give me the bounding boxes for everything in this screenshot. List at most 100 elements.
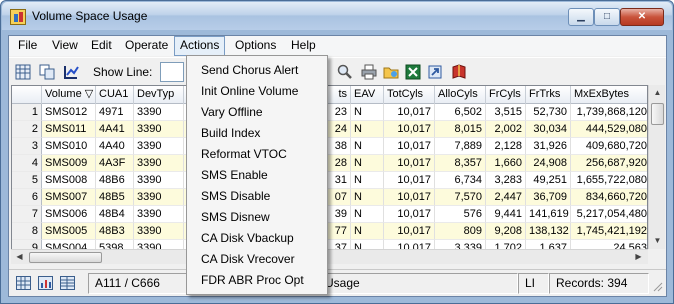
cell-cua1: 4A41 [96,121,134,138]
cell-ts: 24 [327,121,351,138]
table-row[interactable]: 1 SMS012 4971 3390 23 N 10,017 6,502 3,5… [12,104,647,121]
cell-allocyls: 7,570 [435,189,486,206]
menu-item-ca-disk-vrecover[interactable]: CA Disk Vrecover [187,249,327,270]
cell-totcyls: 10,017 [384,206,435,223]
table-row[interactable]: 8 SMS005 48B3 3390 77 N 10,017 809 9,208… [12,223,647,240]
table-row[interactable]: 7 SMS006 48B4 3390 39 N 10,017 576 9,441… [12,206,647,223]
menu-file[interactable]: File [13,36,42,56]
cell-allocyls: 6,502 [435,104,486,121]
menu-edit[interactable]: Edit [86,36,117,56]
scroll-down-arrow-icon[interactable]: ▼ [649,233,666,249]
scroll-left-arrow-icon[interactable]: ◀ [11,249,28,265]
menu-view[interactable]: View [47,36,83,56]
chart-view-icon[interactable] [38,276,53,290]
cell-totcyls: 10,017 [384,223,435,240]
menu-item-sms-disnew[interactable]: SMS Disnew [187,207,327,228]
horizontal-scrollbar[interactable]: ◀ ▶ [11,249,648,264]
scroll-right-arrow-icon[interactable]: ▶ [630,249,647,265]
column-header-cua1[interactable]: CUA1 [96,86,134,104]
table-row[interactable]: 6 SMS007 48B5 3390 07 N 10,017 7,570 2,4… [12,189,647,206]
cell-mxexbytes: 834,660,720 [571,189,647,206]
menu-actions[interactable]: Actions [174,36,226,56]
print-icon[interactable] [361,64,377,80]
column-header-eav[interactable]: EAV [351,86,384,104]
resize-grip-icon[interactable] [651,280,663,292]
export-icon[interactable] [427,64,443,80]
cell-devtyp: 3390 [134,155,184,172]
grid-icon[interactable] [15,64,31,80]
cell-mxexbytes: 256,687,920 [571,155,647,172]
cell-devtyp: 3390 [134,121,184,138]
cell-totcyls: 10,017 [384,189,435,206]
menu-help[interactable]: Help [286,36,321,56]
cell-allocyls: 576 [435,206,486,223]
column-header-frtrks[interactable]: FrTrks [526,86,571,104]
menu-item-reformat-vtoc[interactable]: Reformat VTOC [187,144,327,165]
cell-totcyls: 10,017 [384,172,435,189]
table-view-icon[interactable] [16,276,31,290]
menu-options[interactable]: Options [230,36,281,56]
table-row[interactable]: 4 SMS009 4A3F 3390 28 N 10,017 8,357 1,6… [12,155,647,172]
menu-item-vary-offline[interactable]: Vary Offline [187,102,327,123]
cell-frcyls: 3,515 [486,104,526,121]
book-icon[interactable] [451,64,467,80]
cell-volume: SMS012 [42,104,96,121]
menu-item-fdr-abr-proc-opt[interactable]: FDR ABR Proc Opt [187,270,327,291]
table-row[interactable]: 5 SMS008 48B6 3390 31 N 10,017 6,734 3,2… [12,172,647,189]
cell-mxexbytes: 1,745,421,192 [571,223,647,240]
vertical-scrollbar[interactable]: ▲ ▼ [648,85,665,249]
cell-frtrks: 30,034 [526,121,571,138]
menu-operate[interactable]: Operate [120,36,173,56]
copy-icon[interactable] [39,64,55,80]
cell-devtyp: 3390 [134,206,184,223]
scroll-up-arrow-icon[interactable]: ▲ [649,85,666,101]
grid-view-icon[interactable] [60,276,75,290]
cell-frtrks: 24,908 [526,155,571,172]
cell-allocyls: 809 [435,223,486,240]
cell-devtyp: 3390 [134,104,184,121]
window: Volume Space Usage ▁ □ ✕ File View Edit … [0,0,674,304]
column-header-mxexbytes[interactable]: MxExBytes [571,86,647,104]
minimize-button[interactable]: ▁ [568,8,594,26]
close-button[interactable]: ✕ [620,8,664,26]
cell-ts: 07 [327,189,351,206]
column-header-totcyls[interactable]: TotCyls [384,86,435,104]
cell-ts: 39 [327,206,351,223]
cell-frcyls: 3,283 [486,172,526,189]
folder-icon[interactable] [383,64,399,80]
menu-item-build-index[interactable]: Build Index [187,123,327,144]
maximize-button[interactable]: □ [594,8,620,26]
cell-totcyls: 10,017 [384,104,435,121]
menu-item-init-online-volume[interactable]: Init Online Volume [187,81,327,102]
menu-item-sms-enable[interactable]: SMS Enable [187,165,327,186]
column-header-allocyls[interactable]: AlloCyls [435,86,486,104]
cell-volume: SMS006 [42,206,96,223]
title-bar: Volume Space Usage ▁ □ ✕ [2,2,672,30]
cell-ts: 38 [327,138,351,155]
cell-eav: N [351,138,384,155]
column-header-devtyp[interactable]: DevTyp [134,86,184,104]
cell-frcyls: 2,447 [486,189,526,206]
excel-icon[interactable] [405,64,421,80]
cell-ts: 23 [327,104,351,121]
search-icon[interactable] [337,64,353,80]
row-number: 3 [12,138,42,155]
vertical-scroll-thumb[interactable] [651,103,664,125]
menu-item-ca-disk-vbackup[interactable]: CA Disk Vbackup [187,228,327,249]
horizontal-scroll-thumb[interactable] [29,252,102,263]
cell-eav: N [351,104,384,121]
chart-icon[interactable] [63,64,79,80]
table-row[interactable]: 2 SMS011 4A41 3390 24 N 10,017 8,015 2,0… [12,121,647,138]
cell-allocyls: 8,015 [435,121,486,138]
column-header-frcyls[interactable]: FrCyls [486,86,526,104]
column-header-volume[interactable]: Volume ▽ [42,86,96,104]
row-number: 6 [12,189,42,206]
column-header-ts[interactable]: ts [327,86,351,104]
cell-volume: SMS005 [42,223,96,240]
menu-item-send-chorus-alert[interactable]: Send Chorus Alert [187,60,327,81]
show-line-input[interactable] [160,62,184,82]
menu-item-sms-disable[interactable]: SMS Disable [187,186,327,207]
cell-cua1: 48B5 [96,189,134,206]
cell-cua1: 48B6 [96,172,134,189]
table-row[interactable]: 3 SMS010 4A40 3390 38 N 10,017 7,889 2,1… [12,138,647,155]
